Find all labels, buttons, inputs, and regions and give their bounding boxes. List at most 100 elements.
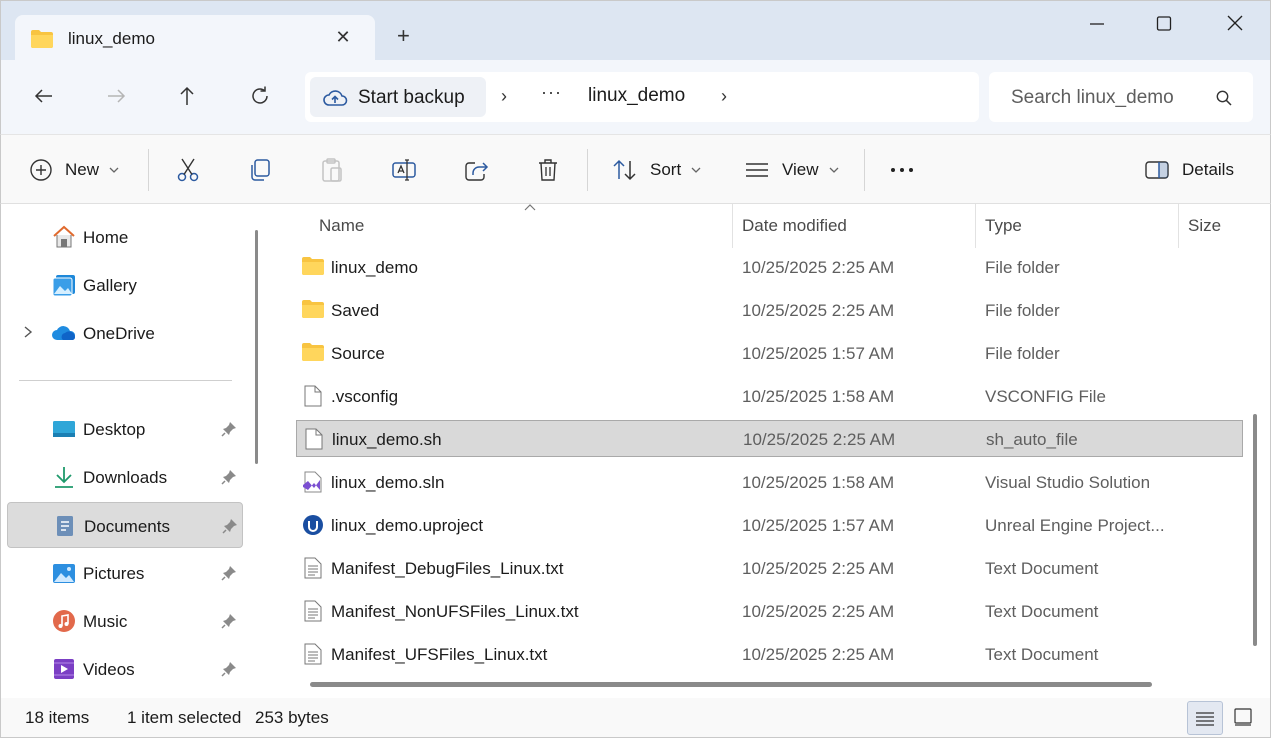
sidebar-item-label: Videos: [83, 660, 135, 679]
new-button[interactable]: New: [29, 155, 119, 185]
file-row[interactable]: Manifest_NonUFSFiles_Linux.txt 10/25/202…: [296, 593, 1243, 630]
chevron-right-icon[interactable]: [23, 325, 33, 342]
tiles-view-button[interactable]: [1227, 701, 1263, 735]
folder-icon: [301, 342, 325, 364]
column-header-size[interactable]: Size: [1179, 204, 1243, 248]
home-icon: [51, 225, 77, 249]
sidebar-item-downloads[interactable]: Downloads: [7, 454, 243, 500]
details-view-button[interactable]: [1187, 701, 1223, 735]
refresh-icon: [252, 86, 268, 104]
visual-studio-icon: [301, 471, 325, 493]
start-backup-button[interactable]: Start backup: [310, 77, 486, 117]
text-document-icon: [301, 643, 325, 665]
sidebar-item-documents[interactable]: Documents: [7, 502, 243, 548]
details-button[interactable]: Details: [1144, 155, 1234, 185]
forward-button[interactable]: [103, 84, 129, 110]
rename-button[interactable]: [391, 155, 417, 185]
sidebar-scrollbar[interactable]: [255, 230, 258, 464]
file-row[interactable]: linux_demo.sln 10/25/2025 1:58 AM Visual…: [296, 464, 1243, 501]
clipboard-icon: [322, 158, 342, 182]
sort-button[interactable]: Sort: [612, 155, 701, 185]
breadcrumb-linux-demo[interactable]: linux_demo: [588, 85, 685, 107]
file-date: 10/25/2025 2:25 AM: [742, 258, 895, 277]
file-row[interactable]: linux_demo.sh 10/25/2025 2:25 AM sh_auto…: [296, 420, 1243, 457]
refresh-button[interactable]: [247, 84, 273, 110]
cut-button[interactable]: [175, 155, 201, 185]
chevron-down-icon: [109, 167, 119, 173]
paste-button[interactable]: [319, 155, 345, 185]
folder-icon: [301, 299, 325, 321]
onedrive-icon: [51, 321, 77, 345]
file-row[interactable]: Manifest_DebugFiles_Linux.txt 10/25/2025…: [296, 550, 1243, 587]
rename-icon: [392, 159, 416, 181]
sidebar-item-label: Gallery: [83, 276, 137, 295]
sidebar-item-onedrive[interactable]: OneDrive: [7, 310, 243, 356]
file-name: .vsconfig: [331, 387, 399, 406]
file-name: Source: [331, 344, 385, 363]
file-row[interactable]: .vsconfig 10/25/2025 1:58 AM VSCONFIG Fi…: [296, 378, 1243, 415]
status-bar: 18 items 1 item selected 253 bytes: [0, 698, 1271, 738]
search-box[interactable]: Search linux_demo: [989, 72, 1253, 122]
share-button[interactable]: [463, 155, 489, 185]
sidebar-item-home[interactable]: Home: [7, 214, 243, 260]
pin-icon[interactable]: [222, 518, 238, 537]
address-bar[interactable]: Start backup › ··· linux_demo ›: [305, 72, 979, 122]
minimize-icon: [1090, 23, 1104, 25]
file-row[interactable]: linux_demo 10/25/2025 2:25 AM File folde…: [296, 249, 1243, 286]
vertical-scrollbar[interactable]: [1253, 414, 1257, 646]
tab-close-icon[interactable]: ✕: [333, 27, 353, 47]
delete-button[interactable]: [535, 155, 561, 185]
file-date: 10/25/2025 1:57 AM: [742, 516, 895, 535]
file-type: Text Document: [985, 645, 1099, 664]
sidebar-item-gallery[interactable]: Gallery: [7, 262, 243, 308]
minimize-button[interactable]: [1077, 11, 1117, 37]
pin-icon[interactable]: [221, 661, 237, 680]
file-date: 10/25/2025 2:25 AM: [742, 301, 895, 320]
up-button[interactable]: [174, 84, 200, 110]
column-header-name[interactable]: Name: [272, 204, 732, 248]
close-window-button[interactable]: [1215, 11, 1255, 37]
sidebar-item-desktop[interactable]: Desktop: [7, 406, 243, 452]
file-date: 10/25/2025 2:25 AM: [742, 602, 895, 621]
column-type-label: Type: [985, 216, 1022, 235]
new-label: New: [65, 160, 100, 179]
pin-icon[interactable]: [221, 421, 237, 440]
trash-icon: [539, 159, 557, 181]
view-label: View: [782, 160, 819, 179]
breadcrumb-separator[interactable]: ›: [501, 86, 507, 107]
view-button[interactable]: View: [744, 155, 839, 185]
sidebar-item-music[interactable]: Music: [7, 598, 243, 644]
breadcrumb-overflow[interactable]: ···: [541, 82, 562, 103]
breadcrumb-separator[interactable]: ›: [721, 86, 727, 107]
copy-button[interactable]: [247, 155, 273, 185]
pin-icon[interactable]: [221, 469, 237, 488]
file-row[interactable]: Saved 10/25/2025 2:25 AM File folder: [296, 292, 1243, 329]
file-row[interactable]: Source 10/25/2025 1:57 AM File folder: [296, 335, 1243, 372]
file-row[interactable]: linux_demo.uproject 10/25/2025 1:57 AM U…: [296, 507, 1243, 544]
tab-title: linux_demo: [68, 29, 155, 48]
file-name: Saved: [331, 301, 380, 320]
selection-count: 1 item selected: [127, 708, 242, 727]
search-input[interactable]: Search linux_demo: [1011, 87, 1174, 109]
back-button[interactable]: [31, 84, 57, 110]
text-document-icon: [301, 600, 325, 622]
new-tab-button[interactable]: +: [397, 25, 410, 47]
arrow-right-icon: [108, 89, 126, 103]
file-name: linux_demo.sh: [332, 430, 442, 449]
file-icon: [302, 428, 326, 450]
column-header-type[interactable]: Type: [976, 204, 1178, 248]
pin-icon[interactable]: [221, 565, 237, 584]
sidebar-item-label: Music: [83, 612, 128, 631]
sidebar-item-videos[interactable]: Videos: [7, 646, 243, 692]
file-row[interactable]: Manifest_UFSFiles_Linux.txt 10/25/2025 2…: [296, 636, 1243, 673]
videos-icon: [51, 657, 77, 681]
horizontal-scrollbar[interactable]: [310, 682, 1152, 687]
command-bar: New Sort View Details: [0, 134, 1271, 204]
sidebar-item-pictures[interactable]: Pictures: [7, 550, 243, 596]
tab-linux-demo[interactable]: linux_demo ✕: [15, 15, 375, 61]
column-header-date[interactable]: Date modified: [733, 204, 975, 248]
maximize-button[interactable]: [1144, 11, 1184, 37]
pin-icon[interactable]: [221, 613, 237, 632]
file-name: Manifest_DebugFiles_Linux.txt: [331, 559, 564, 578]
more-options-button[interactable]: [889, 155, 915, 185]
